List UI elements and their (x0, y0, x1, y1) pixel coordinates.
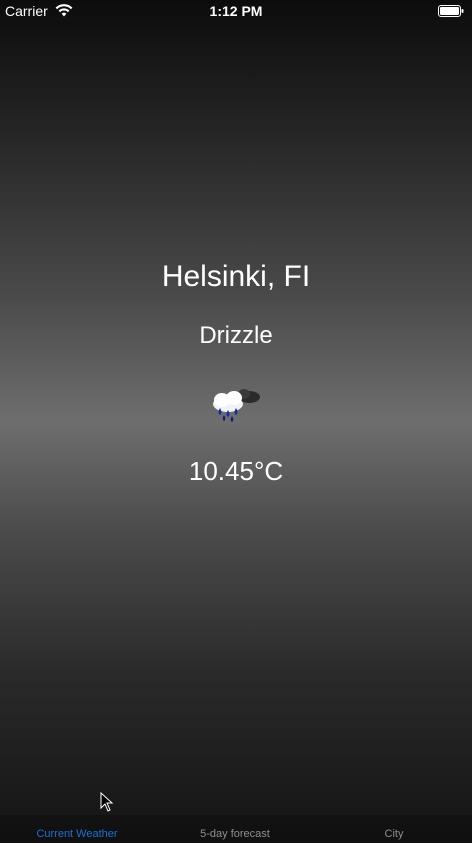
tab-city[interactable]: City (316, 828, 472, 840)
app-screen: Carrier 1:12 PM Helsinki, FI Drizzle 10.… (0, 0, 472, 843)
city-name: Helsinki, FI (161, 260, 311, 293)
weather-condition: Drizzle (199, 322, 273, 349)
temperature-value: 10.45°C (188, 456, 284, 486)
status-bar: Carrier 1:12 PM (0, 0, 472, 24)
clock-time: 1:12 PM (209, 3, 263, 19)
tab-5-day-forecast[interactable]: 5-day forecast (157, 828, 313, 840)
tab-bar: Current Weather 5-day forecast City (0, 815, 472, 843)
battery-icon (438, 5, 464, 17)
mouse-cursor-icon (100, 792, 114, 812)
tab-current-weather[interactable]: Current Weather (0, 828, 154, 840)
drizzle-cloud-icon (213, 389, 260, 422)
